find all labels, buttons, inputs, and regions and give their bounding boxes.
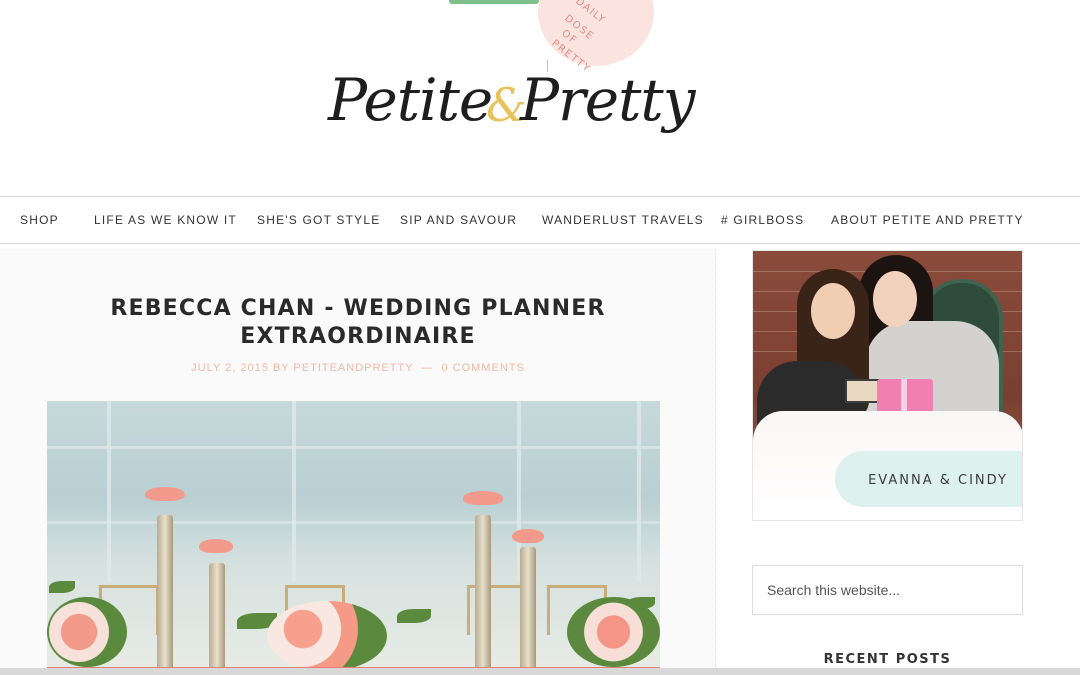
leaf <box>397 609 431 623</box>
logo-word-petite: Petite <box>328 66 493 134</box>
post-author-link[interactable]: PETITEANDPRETTY <box>293 362 413 374</box>
window-frame <box>107 401 111 581</box>
recent-posts-heading: RECENT POSTS <box>823 652 952 667</box>
nav-item-shop[interactable]: SHOP <box>20 213 59 227</box>
about-photo[interactable]: EVANNA & CINDY <box>752 250 1023 521</box>
flower-arrangement <box>567 597 660 667</box>
logo-word-pretty: Pretty <box>520 66 695 134</box>
window-band <box>47 446 660 449</box>
nav-item-sip-and-savour[interactable]: SIP AND SAVOUR <box>400 213 517 227</box>
post-title[interactable]: REBECCA CHAN - WEDDING PLANNER EXTRAORDI… <box>60 295 656 351</box>
post-date: JULY 2, 2015 <box>191 362 269 374</box>
window-frame <box>637 401 641 581</box>
nav-item-about[interactable]: ABOUT PETITE AND PRETTY <box>831 213 1024 227</box>
nav-item-life-as-we-know-it[interactable]: LIFE AS WE KNOW IT <box>94 213 237 227</box>
meta-separator: — <box>421 362 434 374</box>
horizontal-scrollbar[interactable] <box>0 668 1080 675</box>
site-logo[interactable]: Petite & Pretty <box>328 60 695 180</box>
post-meta: JULY 2, 2015 BY PETITEANDPRETTY — 0 COMM… <box>60 362 656 374</box>
window-frame <box>292 401 296 581</box>
candle-flowers <box>512 529 544 543</box>
nav-item-shes-got-style[interactable]: SHE'S GOT STYLE <box>257 213 380 227</box>
main-nav: SHOP LIFE AS WE KNOW IT SHE'S GOT STYLE … <box>0 196 1080 244</box>
candle-flowers <box>463 491 503 505</box>
candlestick <box>475 515 491 675</box>
small-box <box>845 379 879 403</box>
gift-ribbon <box>901 379 907 415</box>
photo-caption: EVANNA & CINDY <box>868 473 1008 488</box>
flower-arrangement <box>267 601 387 671</box>
post-comments-link[interactable]: 0 COMMENTS <box>441 362 524 374</box>
nav-item-girlboss[interactable]: # GIRLBOSS <box>721 213 804 227</box>
flower-arrangement <box>47 597 127 667</box>
candle-flowers <box>199 539 233 553</box>
search-input[interactable] <box>752 565 1023 615</box>
person-face <box>811 283 855 339</box>
post-content: REBECCA CHAN - WEDDING PLANNER EXTRAORDI… <box>0 249 716 675</box>
post-title-line-1: REBECCA CHAN - WEDDING PLANNER <box>110 296 606 321</box>
top-tab-button[interactable] <box>449 0 539 4</box>
post-featured-image[interactable] <box>47 401 660 675</box>
candlestick <box>520 547 536 675</box>
candle-flowers <box>145 487 185 501</box>
window-band <box>47 521 660 524</box>
site-header: DAILY DOSE OF PRETTY Petite & Pretty <box>0 0 1080 196</box>
candlestick <box>209 563 225 675</box>
nav-item-wanderlust-travels[interactable]: WANDERLUST TRAVELS <box>542 213 704 227</box>
post-by: BY <box>272 362 290 374</box>
person-face <box>873 271 917 327</box>
post-title-line-2: EXTRAORDINAIRE <box>240 324 476 349</box>
candlestick <box>157 515 173 675</box>
leaf <box>49 581 75 593</box>
